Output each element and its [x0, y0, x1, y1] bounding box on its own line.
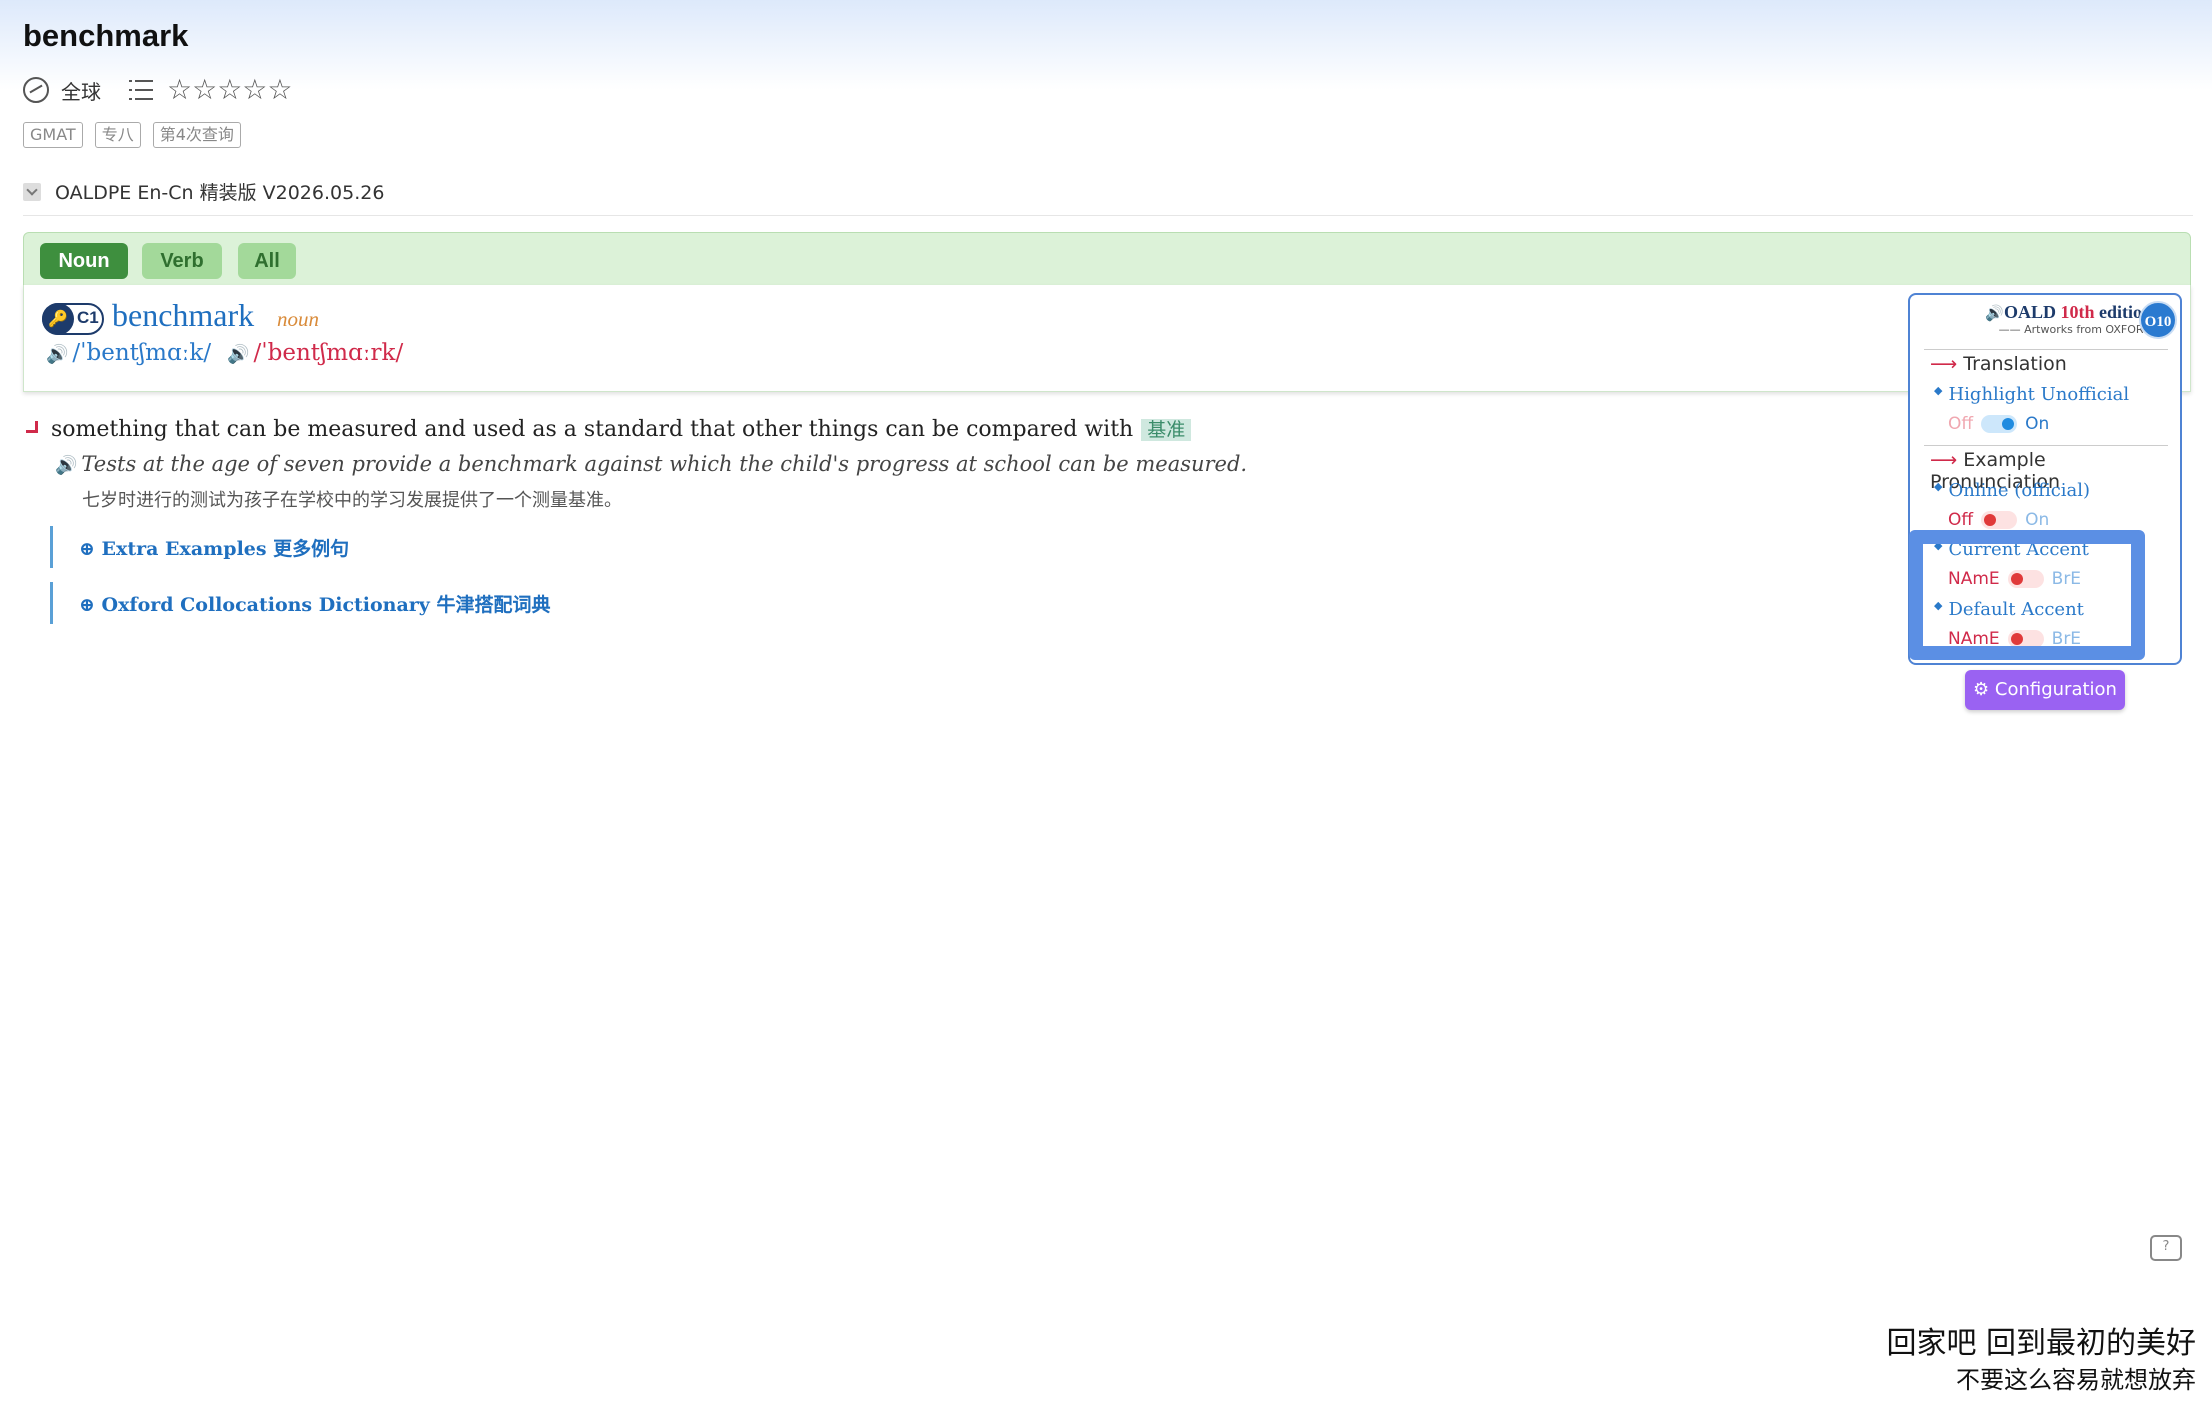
- entry-header: 🔑 C1 benchmark noun 🔊/ˈbentʃmɑːk/ 🔊/ˈben…: [23, 285, 2191, 392]
- list-icon[interactable]: [129, 80, 153, 100]
- highlight-unofficial-toggle[interactable]: Off On: [1948, 414, 2049, 434]
- dictionary-header: OALDPE En-Cn 精装版 V2026.05.26: [23, 178, 2193, 216]
- option-highlight-unofficial: ◆ Highlight Unofficial: [1934, 384, 2130, 405]
- diamond-icon: ◆: [1934, 384, 1943, 397]
- tab-all[interactable]: All: [238, 243, 296, 279]
- tag-tem8: 专八: [94, 122, 141, 148]
- definition-text: something that can be measured and used …: [51, 417, 1134, 442]
- divider: [1924, 445, 2168, 446]
- speaker-icon[interactable]: 🔊: [1985, 306, 2004, 322]
- pronunciation-am[interactable]: 🔊/ˈbentʃmɑːrk/: [227, 340, 403, 366]
- toggle-switch[interactable]: [1981, 511, 2018, 529]
- pos-tab-bar: Noun Verb All: [23, 232, 2191, 286]
- extra-examples-link[interactable]: ⊕ Extra Examples 更多例句: [50, 526, 349, 568]
- speaker-icon[interactable]: 🔊: [227, 344, 249, 365]
- sense-bullet-icon: [26, 421, 38, 433]
- dictionary-name[interactable]: OALDPE En-Cn 精装版 V2026.05.26: [55, 178, 384, 205]
- configuration-button[interactable]: ⚙ Configuration: [1965, 670, 2125, 710]
- key-icon: 🔑: [42, 303, 74, 335]
- tag-list: GMAT 专八 第4次查询: [23, 122, 241, 148]
- example-text: Tests at the age of seven provide a benc…: [81, 452, 1248, 476]
- popup-header: 🔊OALD 10th edition —— Artworks from OXFO…: [1942, 302, 2152, 336]
- feedback-icon[interactable]: ?: [2150, 1235, 2182, 1261]
- tab-noun[interactable]: Noun: [40, 243, 128, 279]
- tag-gmat: GMAT: [23, 122, 83, 148]
- popup-title: 🔊OALD 10th edition: [1985, 302, 2152, 322]
- example-translation: 七岁时进行的测试为孩子在学校中的学习发展提供了一个测量基准。: [82, 490, 622, 511]
- speaker-icon[interactable]: 🔊: [55, 455, 77, 476]
- cefr-level: C1: [77, 308, 99, 327]
- pronunciation-br[interactable]: 🔊/ˈbentʃmɑːk/: [46, 340, 211, 366]
- globe-icon[interactable]: [23, 77, 49, 103]
- part-of-speech: noun: [277, 307, 319, 331]
- cefr-level-badge: 🔑 C1: [42, 303, 104, 335]
- collapse-toggle[interactable]: [23, 182, 41, 201]
- example-sentence: 🔊 Tests at the age of seven provide a ben…: [55, 452, 1247, 476]
- definition-chinese: 基准: [1141, 419, 1192, 441]
- star-rating[interactable]: ☆☆☆☆☆: [167, 76, 293, 104]
- arrow-icon: ⟶: [1930, 449, 1958, 471]
- arrow-icon: ⟶: [1930, 353, 1958, 375]
- headword: benchmark: [112, 297, 255, 333]
- collocations-link[interactable]: ⊕ Oxford Collocations Dictionary 牛津搭配词典: [50, 582, 550, 624]
- o10-badge[interactable]: O10: [2139, 301, 2177, 339]
- meta-row: 全球 ☆☆☆☆☆: [23, 72, 293, 108]
- popup-subtitle: —— Artworks from OXFORD: [1998, 323, 2152, 336]
- phonetic-am: /ˈbentʃmɑːrk/: [253, 340, 404, 366]
- phonetic-br: /ˈbentʃmɑːk/: [72, 340, 212, 366]
- tab-verb[interactable]: Verb: [142, 243, 222, 279]
- pronunciation-row: 🔊/ˈbentʃmɑːk/ 🔊/ˈbentʃmɑːrk/: [46, 340, 403, 366]
- overlay-caption-line2: 不要这么容易就想放弃: [1956, 1366, 2196, 1394]
- speaker-icon[interactable]: 🔊: [46, 344, 68, 365]
- sense-definition: something that can be measured and used …: [51, 415, 1192, 442]
- tag-lookup-count: 第4次查询: [152, 122, 241, 148]
- section-translation: ⟶ Translation: [1930, 353, 2067, 375]
- region-label[interactable]: 全球: [61, 76, 101, 105]
- diamond-icon: ◆: [1934, 480, 1943, 493]
- online-official-toggle[interactable]: Off On: [1948, 510, 2049, 530]
- option-online-official: ◆ Online (official): [1934, 480, 2091, 501]
- toggle-switch[interactable]: [1981, 415, 2018, 433]
- divider: [1924, 349, 2168, 350]
- page-title: benchmark: [23, 18, 189, 53]
- header-gradient: [0, 0, 2212, 90]
- accent-highlight-frame: [1909, 530, 2145, 660]
- overlay-caption-line1: 回家吧 回到最初的美好: [1886, 1326, 2196, 1361]
